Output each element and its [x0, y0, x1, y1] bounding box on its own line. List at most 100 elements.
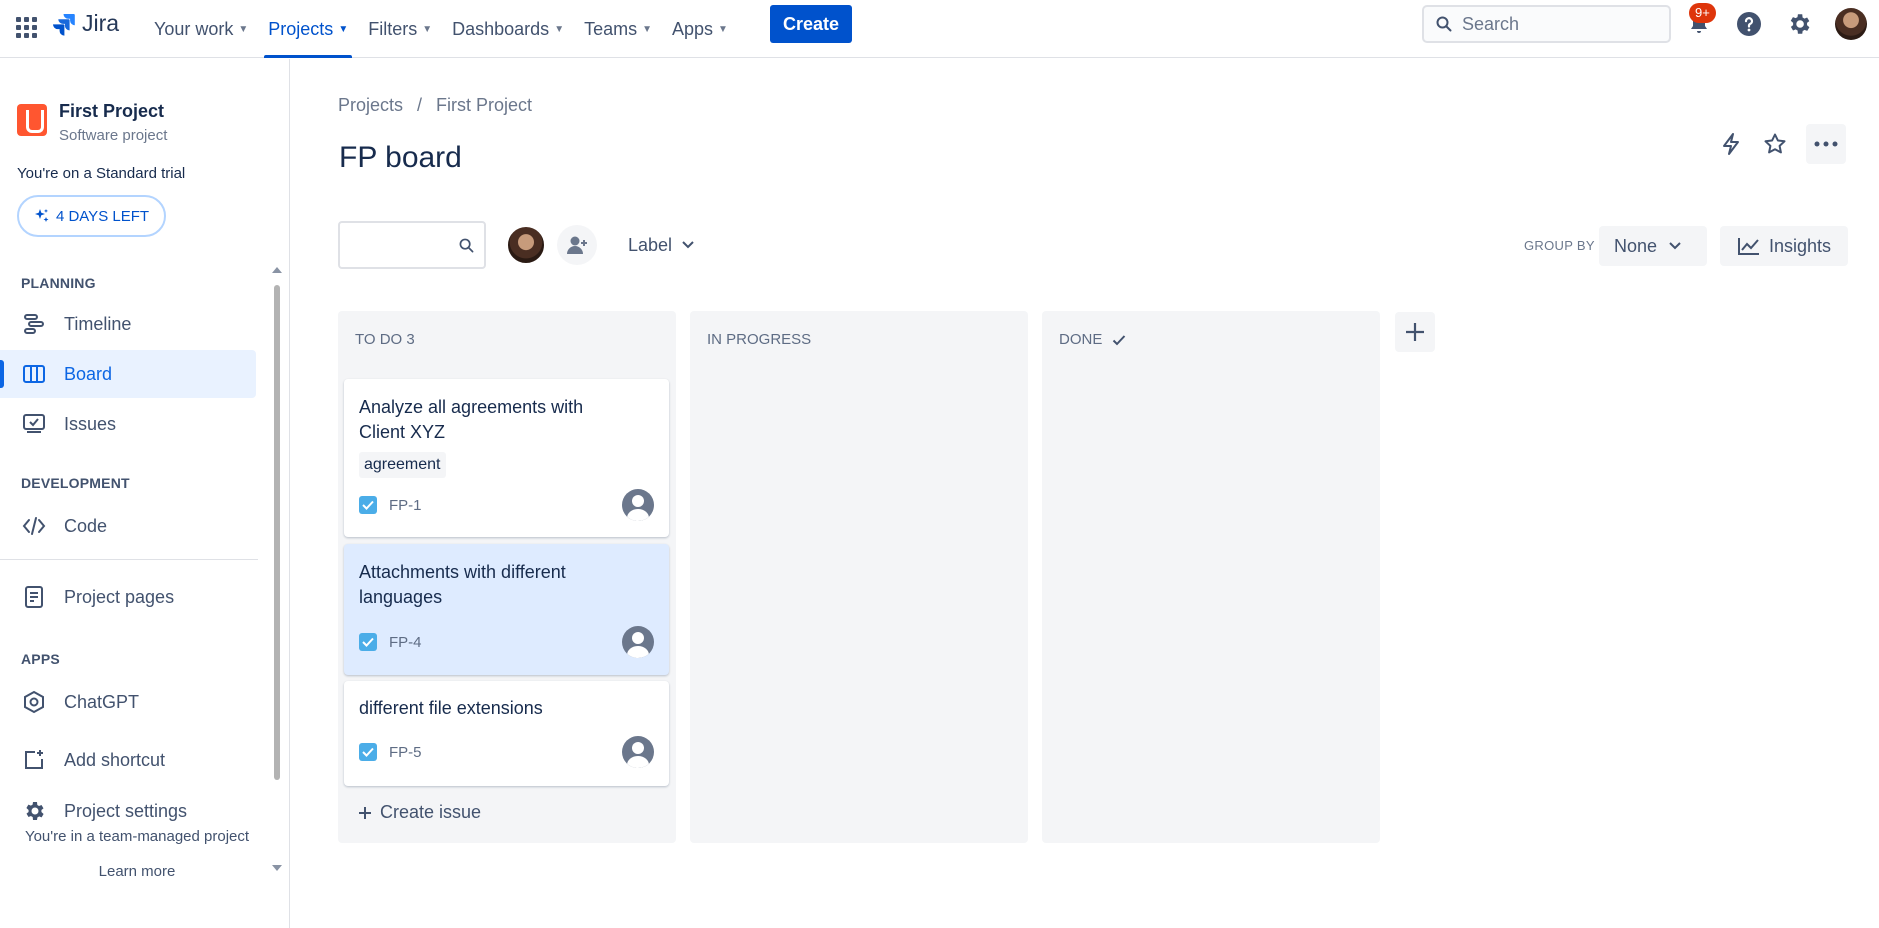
sidebar-item-label: Issues	[64, 413, 117, 434]
assignee-filter-avatar[interactable]	[506, 225, 546, 265]
card-title: different file extensions	[359, 698, 543, 718]
chevron-down-icon: ▼	[554, 23, 565, 35]
column-done: DONE	[1042, 311, 1380, 843]
team-managed-note: You're in a team-managed project	[24, 828, 250, 845]
unassigned-avatar-icon[interactable]	[622, 736, 654, 768]
learn-more-link[interactable]: Learn more	[0, 863, 274, 880]
create-issue-label: Create issue	[380, 802, 482, 822]
sidebar-scrollbar[interactable]	[272, 267, 282, 887]
project-header[interactable]: First Project Software project	[17, 101, 167, 144]
chevron-down-icon: ▼	[422, 23, 433, 35]
nav-label: Teams	[584, 18, 638, 39]
sidebar-item-chatgpt[interactable]: ChatGPT	[0, 678, 256, 726]
nav-projects[interactable]: Projects ▼	[258, 0, 358, 58]
star-icon[interactable]	[1755, 124, 1795, 164]
column-title: DONE	[1059, 331, 1103, 348]
label-filter-dropdown[interactable]: Label	[616, 225, 706, 265]
board-search[interactable]	[338, 221, 486, 269]
column-title: TO DO 3	[355, 331, 415, 348]
column-in-progress: IN PROGRESS	[690, 311, 1028, 843]
chevron-down-icon: ▼	[718, 23, 728, 35]
nav-label: Apps	[672, 18, 714, 39]
column-title: IN PROGRESS	[707, 331, 812, 348]
issue-card[interactable]: different file extensions FP-5	[344, 681, 669, 786]
sidebar-item-code[interactable]: Code	[0, 502, 256, 550]
card-label: agreement	[359, 452, 446, 478]
user-avatar[interactable]	[1835, 8, 1867, 40]
group-by-dropdown[interactable]: None	[1599, 226, 1707, 266]
chevron-down-icon: ▼	[642, 23, 653, 35]
search-input[interactable]	[1462, 13, 1652, 35]
jira-logo[interactable]: Jira	[52, 10, 119, 37]
issue-key: FP-1	[389, 497, 422, 514]
create-issue-button[interactable]: Create issue	[358, 802, 481, 823]
card-title: Analyze all agreements with Client XYZ	[359, 397, 584, 442]
search-icon	[1436, 16, 1452, 32]
sidebar-item-label: Project settings	[64, 800, 188, 821]
issue-card[interactable]: Attachments with different languages FP-…	[344, 544, 669, 675]
chevron-down-icon: ▼	[238, 23, 249, 35]
add-column-plus-icon[interactable]	[1395, 312, 1435, 352]
sidebar-item-issues[interactable]: Issues	[0, 400, 256, 448]
add-people-icon[interactable]	[557, 225, 597, 265]
nav-dashboards[interactable]: Dashboards ▼	[442, 0, 574, 58]
scroll-up-arrow-icon[interactable]	[272, 267, 282, 273]
issue-key: FP-5	[389, 744, 422, 761]
settings-gear-icon[interactable]	[1785, 10, 1813, 38]
app-switcher-icon[interactable]	[12, 12, 40, 40]
nav-label: Dashboards	[452, 18, 550, 39]
breadcrumb-projects[interactable]: Projects	[338, 95, 403, 116]
board-icon	[22, 362, 46, 386]
breadcrumb-first-project[interactable]: First Project	[436, 95, 532, 116]
checkmark-icon	[1113, 334, 1126, 345]
project-avatar-icon	[17, 104, 47, 136]
project-type: Software project	[59, 127, 168, 144]
label-filter-text: Label	[628, 234, 673, 255]
issues-icon	[22, 412, 46, 436]
timeline-icon	[22, 312, 46, 336]
scrollbar-thumb[interactable]	[274, 285, 280, 780]
nav-your-work[interactable]: Your work ▼	[144, 0, 258, 58]
nav-filters[interactable]: Filters ▼	[358, 0, 442, 58]
nav-label: Projects	[268, 18, 334, 39]
create-button[interactable]: Create	[770, 5, 852, 43]
task-checkbox-icon	[359, 496, 377, 514]
column-header: TO DO 3	[355, 331, 415, 348]
global-search[interactable]	[1422, 5, 1671, 43]
issue-card[interactable]: Analyze all agreements with Client XYZ a…	[344, 379, 669, 537]
nav-label: Your work	[154, 18, 234, 39]
add-shortcut-icon	[22, 748, 46, 772]
insights-chart-icon	[1737, 238, 1759, 255]
sidebar-item-label: Board	[64, 363, 113, 384]
sidebar-item-label: Code	[64, 515, 108, 536]
chevron-down-icon: ▼	[338, 23, 349, 35]
code-icon	[22, 514, 46, 538]
insights-label: Insights	[1768, 235, 1832, 256]
sidebar-item-timeline[interactable]: Timeline	[0, 300, 256, 348]
jira-logo-icon	[53, 13, 75, 36]
sidebar-item-add-shortcut[interactable]: Add shortcut	[0, 736, 256, 784]
issue-key: FP-4	[389, 634, 422, 651]
more-actions-icon[interactable]	[1806, 124, 1846, 164]
breadcrumb: Projects / First Project	[338, 95, 532, 116]
insights-button[interactable]: Insights	[1720, 226, 1848, 266]
unassigned-avatar-icon[interactable]	[622, 626, 654, 658]
nav-teams[interactable]: Teams ▼	[574, 0, 662, 58]
trial-days-left-label: 4 DAYS LEFT	[55, 207, 150, 225]
help-icon[interactable]	[1735, 10, 1763, 38]
nav-apps[interactable]: Apps ▼	[662, 0, 738, 58]
sparkle-icon	[34, 209, 49, 222]
sidebar-item-label: Timeline	[64, 313, 132, 334]
trial-days-left-button[interactable]: 4 DAYS LEFT	[17, 195, 166, 237]
project-sidebar: First Project Software project You're on…	[0, 59, 290, 928]
board-search-input[interactable]	[348, 233, 448, 251]
settings-gear-icon	[22, 799, 46, 823]
task-checkbox-icon	[359, 743, 377, 761]
automation-lightning-icon[interactable]	[1711, 124, 1751, 164]
sidebar-item-board[interactable]: Board	[0, 350, 256, 398]
sidebar-item-project-pages[interactable]: Project pages	[0, 573, 256, 621]
unassigned-avatar-icon[interactable]	[622, 489, 654, 521]
column-header: DONE	[1059, 331, 1126, 348]
development-section-header: DEVELOPMENT	[21, 475, 130, 491]
page-title: FP board	[339, 141, 462, 174]
